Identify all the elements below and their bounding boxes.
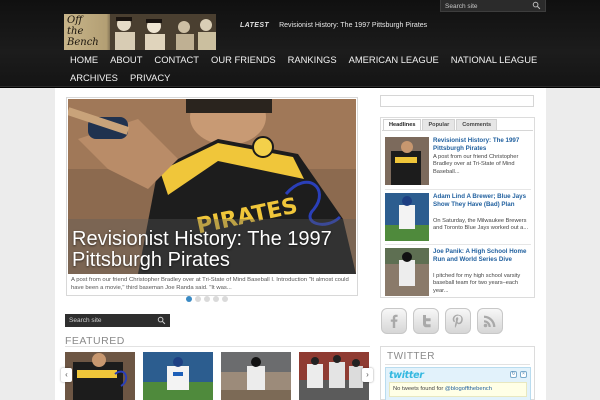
- slider-dot[interactable]: [222, 296, 228, 302]
- search-icon[interactable]: [157, 316, 166, 325]
- headline-divider: [385, 189, 531, 190]
- featured-divider: [65, 346, 370, 347]
- nav-item-home[interactable]: HOME: [64, 51, 104, 69]
- headline-divider: [385, 244, 531, 245]
- slider-dot[interactable]: [204, 296, 210, 302]
- headline-thumb[interactable]: [385, 248, 429, 296]
- header-search: [440, 0, 546, 12]
- pinterest-icon[interactable]: [445, 308, 471, 334]
- slide-excerpt: A post from our friend Christopher Bradl…: [71, 277, 349, 291]
- latest-ticker: LATEST Revisionist History: The 1997 Pit…: [240, 22, 427, 29]
- logo-players-image: [110, 14, 216, 50]
- nav-item-rankings[interactable]: RANKINGS: [282, 51, 343, 69]
- latest-headline-link[interactable]: Revisionist History: The 1997 Pittsburgh…: [279, 22, 427, 29]
- twitter-handle-link[interactable]: @blogoffthebench: [445, 386, 492, 392]
- headline-excerpt: A post from our friend Christopher Bradl…: [433, 154, 519, 175]
- twitter-divider: [385, 364, 530, 365]
- facebook-icon[interactable]: [381, 308, 407, 334]
- close-icon[interactable]: ×: [520, 371, 527, 378]
- header-search-input[interactable]: [445, 1, 531, 11]
- refresh-icon[interactable]: ↻: [510, 371, 517, 378]
- nav-item-privacy[interactable]: PRIVACY: [124, 69, 176, 87]
- nav-item-our-friends[interactable]: OUR FRIENDS: [205, 51, 282, 69]
- twitter-empty-message: No tweets found for @blogoffthebench: [389, 382, 527, 397]
- rss-icon[interactable]: [477, 308, 503, 334]
- content-search: [65, 314, 170, 327]
- slider-dot[interactable]: [186, 296, 192, 302]
- social-icons: [381, 308, 503, 334]
- site-logo[interactable]: Off the Bench: [64, 14, 216, 50]
- twitter-heading: TWITTER: [387, 351, 435, 362]
- nav-item-national-league[interactable]: NATIONAL LEAGUE: [445, 51, 543, 69]
- headline-item[interactable]: Adam Lind A Brewer; Blue Jays Show They …: [385, 193, 531, 243]
- featured-slider: PIRATES Revisionist History: The 1997 Pi…: [66, 97, 358, 296]
- nav-item-american-league[interactable]: AMERICAN LEAGUE: [343, 51, 445, 69]
- featured-thumb[interactable]: [65, 352, 135, 400]
- headline-excerpt: On Saturday, the Milwaukee Brewers and T…: [433, 218, 529, 232]
- headline-excerpt: I pitched for my high school varsity bas…: [433, 273, 521, 294]
- headline-item[interactable]: Revisionist History: The 1997 Pittsburgh…: [385, 137, 531, 187]
- search-icon[interactable]: [532, 1, 541, 10]
- main-nav: HOME ABOUT CONTACT OUR FRIENDS RANKINGS AMERI…: [64, 51, 546, 87]
- twitter-widget-controls: ↻ ×: [510, 371, 527, 378]
- twitter-feed: twitter ↻ × No tweets found for @blogoff…: [385, 367, 531, 400]
- twitter-icon[interactable]: [413, 308, 439, 334]
- slider-dot[interactable]: [213, 296, 219, 302]
- twitter-widget-box: TWITTER twitter ↻ × No tweets found for …: [380, 346, 535, 400]
- headline-thumb[interactable]: [385, 137, 429, 185]
- sidebar-ad-box: [380, 95, 534, 107]
- featured-thumb[interactable]: [221, 352, 291, 400]
- tabbed-widget: Headlines Popular Comments Revisionist His…: [380, 117, 535, 298]
- headline-item[interactable]: Joe Panik: A High School Home Run and Wo…: [385, 248, 531, 298]
- headline-thumb[interactable]: [385, 193, 429, 241]
- tab-divider: [382, 130, 533, 131]
- slide-image[interactable]: PIRATES Revisionist History: The 1997 Pi…: [68, 99, 356, 274]
- tab-popular[interactable]: Popular: [422, 119, 456, 130]
- headline-title[interactable]: Joe Panik: A High School Home Run and Wo…: [433, 248, 531, 263]
- site-header: Off the Bench LATEST Revisionist History…: [0, 0, 600, 88]
- slider-pagination: [186, 296, 228, 302]
- main-content: PIRATES Revisionist History: The 1997 Pi…: [55, 88, 546, 400]
- featured-carousel: [65, 352, 369, 400]
- tab-headlines[interactable]: Headlines: [383, 119, 422, 130]
- slide-title[interactable]: Revisionist History: The 1997 Pittsburgh…: [72, 229, 354, 271]
- tab-comments[interactable]: Comments: [456, 119, 498, 130]
- nav-item-contact[interactable]: CONTACT: [148, 51, 205, 69]
- twitter-logo[interactable]: twitter: [389, 370, 424, 381]
- latest-label: LATEST: [240, 22, 270, 29]
- carousel-next-arrow[interactable]: ›: [362, 368, 373, 382]
- featured-thumb[interactable]: [143, 352, 213, 400]
- content-search-input[interactable]: [69, 316, 153, 325]
- carousel-prev-arrow[interactable]: ‹: [61, 368, 72, 382]
- nav-item-about[interactable]: ABOUT: [104, 51, 148, 69]
- featured-thumb[interactable]: [299, 352, 369, 400]
- nav-item-archives[interactable]: ARCHIVES: [64, 69, 124, 87]
- logo-text: Off the Bench: [67, 15, 99, 48]
- slider-dot[interactable]: [195, 296, 201, 302]
- headline-title[interactable]: Adam Lind A Brewer; Blue Jays Show They …: [433, 193, 531, 208]
- twitter-empty-text: No tweets found for: [393, 386, 445, 392]
- headline-title[interactable]: Revisionist History: The 1997 Pittsburgh…: [433, 137, 531, 152]
